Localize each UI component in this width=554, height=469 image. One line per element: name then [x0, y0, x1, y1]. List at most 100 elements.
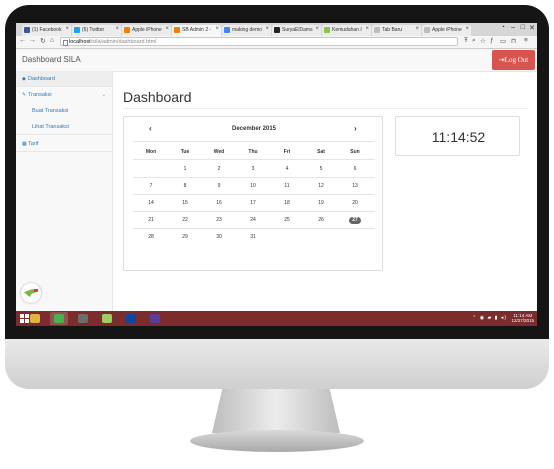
- taskbar-app[interactable]: [146, 312, 164, 325]
- minimize-icon[interactable]: –: [511, 24, 515, 31]
- sidebar-item-transaksi[interactable]: ✎ Transaksi ⌄: [16, 87, 112, 103]
- close-window-icon[interactable]: ✕: [529, 24, 535, 32]
- calendar-day[interactable]: 3: [238, 164, 268, 174]
- font-extension-icon[interactable]: ƒ: [490, 37, 494, 44]
- home-icon[interactable]: ⌂: [50, 37, 54, 44]
- address-bar[interactable]: localhost/sila/admin/dashboard.html: [60, 37, 458, 46]
- browser-tab[interactable]: Tab Baru ×: [372, 25, 421, 36]
- twitter-icon: [74, 27, 80, 33]
- calendar-day[interactable]: 26: [306, 215, 336, 225]
- calendar-day[interactable]: 24: [238, 215, 268, 225]
- maximize-icon[interactable]: □: [521, 24, 525, 31]
- taskbar-app[interactable]: [26, 312, 44, 325]
- close-tab-icon[interactable]: ×: [365, 26, 369, 32]
- browser-tab[interactable]: Apple iPhone ×: [422, 25, 471, 36]
- close-tab-icon[interactable]: ×: [465, 26, 469, 32]
- calendar-day[interactable]: 4: [272, 164, 302, 174]
- chrome-icon: [54, 314, 64, 323]
- calendar-day[interactable]: 22: [170, 215, 200, 225]
- browser-tab[interactable]: Kemudahan I ×: [322, 25, 371, 36]
- browser-tab[interactable]: making demo ×: [222, 25, 271, 36]
- calendar-day[interactable]: 17: [238, 198, 268, 208]
- menu-icon[interactable]: ≡: [524, 37, 528, 44]
- reload-icon[interactable]: ↻: [40, 37, 46, 45]
- close-tab-icon[interactable]: ×: [415, 26, 419, 32]
- calendar-day[interactable]: 10: [238, 181, 268, 191]
- calendar-day-number: 18: [284, 200, 290, 206]
- calendar-divider: [133, 141, 375, 142]
- calendar-day[interactable]: 7: [136, 181, 166, 191]
- sidebar-item-dashboard[interactable]: ◆ Dashboard: [16, 71, 112, 87]
- calendar-day[interactable]: 25: [272, 215, 302, 225]
- calendar-day-number: 30: [216, 234, 222, 240]
- browser-tab[interactable]: (6) Twitter ×: [72, 25, 121, 36]
- calendar-day[interactable]: 11: [272, 181, 302, 191]
- dashboard-app: Dashboard SILA ⇥Log Out ◆ Dashboard ✎ Tran…: [16, 49, 537, 311]
- calendar-day[interactable]: 9: [204, 181, 234, 191]
- sidebar-item-label: Transaksi: [28, 92, 52, 98]
- calendar-day[interactable]: 23: [204, 215, 234, 225]
- calendar-month-title[interactable]: December 2015: [124, 126, 384, 132]
- close-tab-icon[interactable]: ×: [115, 26, 119, 32]
- search-icon[interactable]: ⌕: [472, 37, 476, 45]
- sidebar-item-lihat-transaksi[interactable]: Lihat Transaksi: [16, 119, 112, 135]
- close-tab-icon[interactable]: ×: [65, 26, 69, 32]
- calendar-day[interactable]: 28: [136, 232, 166, 242]
- calendar-day[interactable]: 18: [272, 198, 302, 208]
- calendar-day[interactable]: 21: [136, 215, 166, 225]
- close-tab-icon[interactable]: ×: [265, 26, 269, 32]
- calendar-day[interactable]: 15: [170, 198, 200, 208]
- calendar-day-number: 19: [318, 200, 324, 206]
- calendar-day[interactable]: 30: [204, 232, 234, 242]
- calendar-day[interactable]: 6: [340, 164, 370, 174]
- translate-icon[interactable]: Ŧ: [464, 37, 468, 44]
- calendar-next-button[interactable]: ›: [354, 124, 357, 133]
- calendar-day-number: 3: [251, 166, 255, 172]
- calendar-day[interactable]: 27: [340, 215, 370, 225]
- browser-tab[interactable]: Apple iPhone ×: [122, 25, 171, 36]
- user-profile-icon[interactable]: ◔: [501, 24, 505, 31]
- calendar-day-number: 8: [183, 183, 187, 189]
- monitor-chin: [5, 339, 549, 389]
- calendar-day-number: 13: [352, 183, 358, 189]
- browser-tab[interactable]: (1) Facebook ×: [22, 25, 71, 36]
- cast-icon[interactable]: ▭: [500, 37, 506, 45]
- calendar-day[interactable]: 13: [340, 181, 370, 191]
- calendar-day[interactable]: 29: [170, 232, 200, 242]
- calendar-day-number: 5: [319, 166, 323, 172]
- taskbar-app[interactable]: [98, 312, 116, 325]
- calendar-day[interactable]: 20: [340, 198, 370, 208]
- sidebar-item-buat-transaksi[interactable]: Buat Transaksi: [16, 103, 112, 119]
- system-tray-icons[interactable]: ⌃ ◉ ▰ ▮ ◂): [472, 315, 507, 321]
- forward-icon[interactable]: →: [29, 37, 36, 44]
- system-clock[interactable]: 11:14 AM 12/27/2015: [511, 313, 534, 323]
- taskbar-app[interactable]: [50, 312, 68, 325]
- calendar-day[interactable]: 2: [204, 164, 234, 174]
- calendar-day[interactable]: 8: [170, 181, 200, 191]
- calendar-day[interactable]: 1: [170, 164, 200, 174]
- sidebar: ◆ Dashboard ✎ Transaksi ⌄ Buat Transaksi L…: [16, 71, 113, 311]
- bookmark-star-icon[interactable]: ☆: [480, 37, 486, 45]
- digital-clock: 11:14:52: [431, 129, 486, 145]
- calendar-day[interactable]: 16: [204, 198, 234, 208]
- calendar-day[interactable]: 14: [136, 198, 166, 208]
- extension-icon[interactable]: ⊓: [511, 37, 516, 45]
- calendar-day[interactable]: 19: [306, 198, 336, 208]
- calendar-day[interactable]: 5: [306, 164, 336, 174]
- close-tab-icon[interactable]: ×: [315, 26, 319, 32]
- calendar-divider: [133, 159, 375, 160]
- browser-tab[interactable]: SB Admin 2 - ×: [172, 25, 221, 36]
- close-tab-icon[interactable]: ×: [215, 26, 219, 32]
- browser-tab[interactable]: SuryaElDams ×: [272, 25, 321, 36]
- sidebar-item-tarif[interactable]: ▦Tarif: [16, 136, 112, 152]
- photoshop-icon: [126, 314, 136, 323]
- calendar-weekday-header: Sat: [317, 149, 325, 155]
- taskbar-app[interactable]: [74, 312, 92, 325]
- close-tab-icon[interactable]: ×: [165, 26, 169, 32]
- back-icon[interactable]: ←: [19, 37, 26, 44]
- logout-button[interactable]: ⇥Log Out: [492, 50, 535, 70]
- taskbar-app[interactable]: [122, 312, 140, 325]
- logout-label: Log Out: [504, 56, 529, 64]
- calendar-day[interactable]: 31: [238, 232, 268, 242]
- calendar-day[interactable]: 12: [306, 181, 336, 191]
